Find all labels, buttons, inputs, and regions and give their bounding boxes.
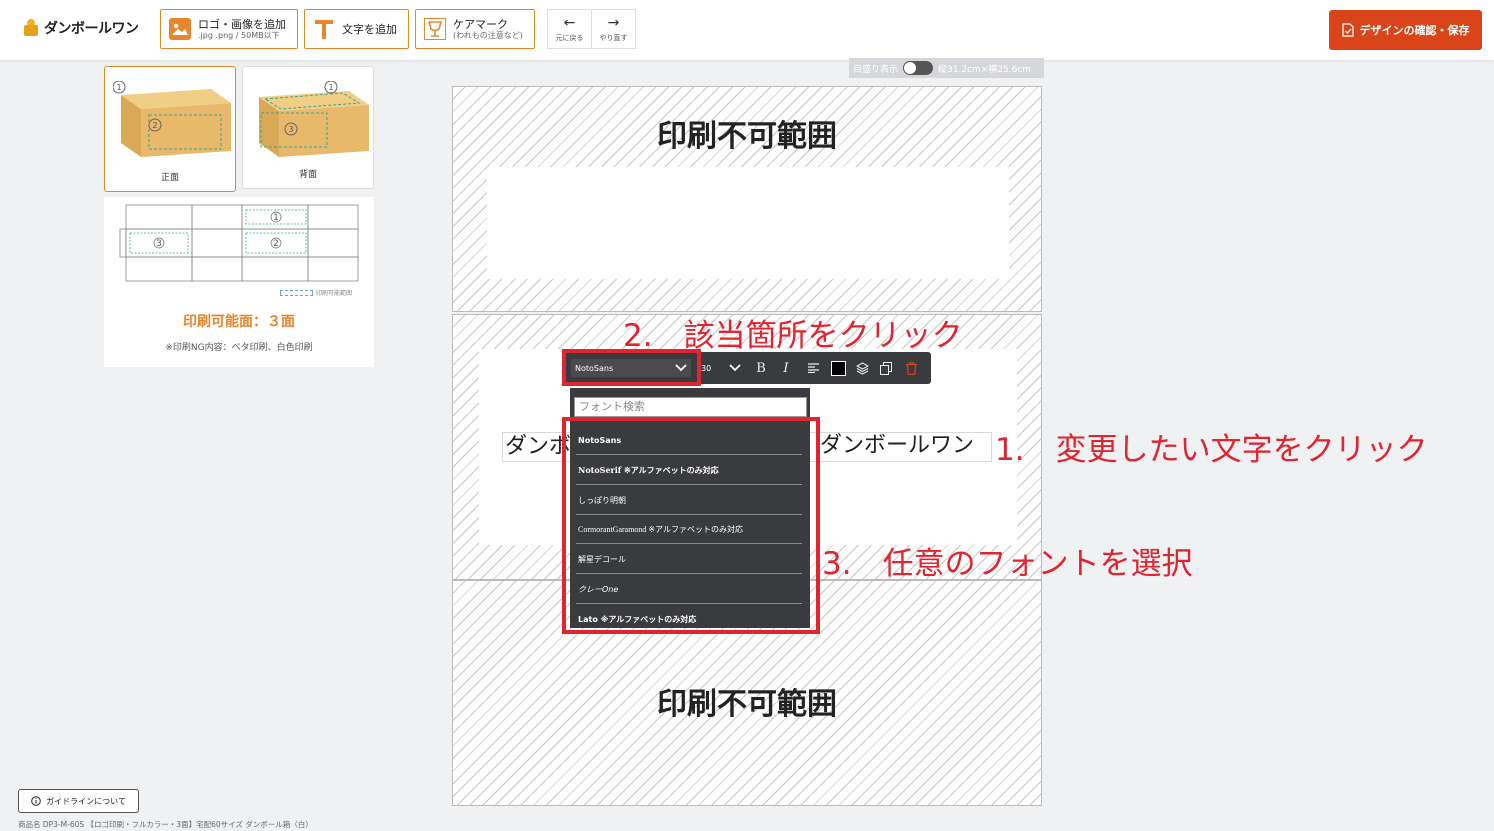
arrow-left-icon: ← [563, 14, 576, 31]
canvas-dimensions: 縦31.2cm×横25.6cm [938, 64, 1032, 75]
face-label-front: 正面 [160, 173, 179, 183]
brand-logo[interactable]: ダンボールワン [22, 18, 139, 38]
diagram-legend: 印刷可能範囲 [280, 288, 352, 297]
printable-area-panel: 1 3 2 印刷可能範囲 印刷可能面：３面 ※印刷NG内容：ベタ印刷、白色印刷 [104, 197, 374, 367]
add-logo-image-button[interactable]: ロゴ・画像を追加 .jpg .png / 50MB以下 [160, 9, 298, 49]
annotation-step3: 3. 任意のフォントを選択 [822, 546, 1193, 582]
add-text-title: 文字を追加 [342, 22, 397, 36]
annotation-step1: 1. 変更したい文字をクリック [995, 432, 1428, 468]
box-back-image: 1 3 [259, 81, 369, 157]
print-faces-title: 印刷可能面：３面 [183, 314, 295, 330]
no-print-label-top: 印刷不可範囲 [657, 119, 837, 154]
font-search-input[interactable]: フォント検索 [574, 397, 807, 417]
face-thumb-front[interactable]: 1 2 正面 [104, 66, 236, 192]
care-mark-sub: (われもの注意など) [453, 30, 523, 40]
no-print-label-bottom: 印刷不可範囲 [657, 687, 837, 722]
arrow-right-icon: → [607, 14, 620, 31]
app-header: ダンボールワン ロゴ・画像を追加 .jpg .png / 50MB以下 文字を追… [0, 0, 1494, 60]
save-label: デザインの確認・保存 [1359, 24, 1470, 37]
undo-label: 元に戻る [555, 33, 584, 42]
svg-text:2: 2 [152, 121, 157, 130]
svg-text:3: 3 [288, 125, 293, 134]
box-front-image: 1 2 [113, 81, 231, 157]
logo-text: ダンボールワン [44, 21, 139, 37]
layers-icon[interactable] [854, 360, 870, 376]
no-print-area-top: 印刷不可範囲 [452, 86, 1042, 312]
print-ng-note: ※印刷NG内容：ベタ印刷、白色印刷 [165, 343, 313, 353]
diagram-legend-label: 印刷可能範囲 [316, 290, 353, 297]
redo-label: やり直す [599, 33, 628, 42]
dashed-legend-swatch [280, 289, 313, 296]
svg-text:1: 1 [328, 83, 333, 92]
top-printable-area[interactable] [487, 167, 1009, 279]
ruler-toggle-bar: 目盛り表示 縦31.2cm×横25.6cm [849, 58, 1044, 78]
product-name: 商品名 DP3-M-60S 【ロゴ印刷・フルカラー・3面】宅配60サイズ ダンボ… [18, 820, 313, 829]
italic-icon[interactable]: I [778, 360, 794, 376]
add-text-button[interactable]: 文字を追加 [304, 9, 409, 49]
face-label-back: 背面 [298, 170, 317, 180]
svg-text:1: 1 [116, 83, 121, 92]
annotation-box-font-list [562, 417, 820, 634]
care-mark-title: ケアマーク [453, 17, 508, 31]
add-logo-title: ロゴ・画像を追加 [198, 17, 286, 31]
trash-icon[interactable] [903, 360, 919, 376]
annotation-step2: 2. 該当箇所をクリック [623, 318, 963, 354]
ruler-toggle-switch[interactable] [903, 61, 934, 75]
guideline-label: ガイドラインについて [46, 796, 126, 806]
undo-redo-group: ← 元に戻る → やり直す [547, 9, 636, 49]
text-color-swatch[interactable] [830, 360, 846, 376]
document-check-icon [1341, 23, 1354, 37]
duplicate-icon[interactable] [878, 360, 894, 376]
fragile-glass-icon [424, 18, 446, 40]
image-icon [169, 18, 191, 40]
svg-text:3: 3 [156, 239, 162, 249]
ruler-label: 目盛り表示 [853, 64, 899, 75]
redo-button[interactable]: → やり直す [591, 10, 635, 48]
chevron-down-icon [729, 364, 741, 372]
confirm-save-button[interactable]: デザインの確認・保存 [1329, 10, 1482, 50]
font-size-select[interactable]: 30 [699, 359, 743, 377]
text-t-icon [313, 18, 335, 40]
undo-button[interactable]: ← 元に戻る [548, 10, 591, 48]
svg-text:1: 1 [273, 213, 279, 223]
logo-mark-icon [22, 18, 40, 38]
bold-icon[interactable]: B [753, 360, 769, 376]
info-icon [31, 796, 41, 806]
add-logo-sub: .jpg .png / 50MB以下 [198, 30, 280, 40]
face-thumb-back[interactable]: 1 3 背面 [242, 66, 374, 189]
font-size-value: 30 [701, 363, 712, 373]
box-net-diagram: 1 3 2 [119, 204, 359, 282]
text-object-right: ダンボールワン [820, 433, 975, 458]
care-mark-button[interactable]: ケアマーク (われもの注意など) [415, 9, 535, 49]
svg-text:2: 2 [273, 239, 279, 249]
guideline-button[interactable]: ガイドラインについて [18, 789, 139, 813]
align-left-icon[interactable] [805, 360, 821, 376]
